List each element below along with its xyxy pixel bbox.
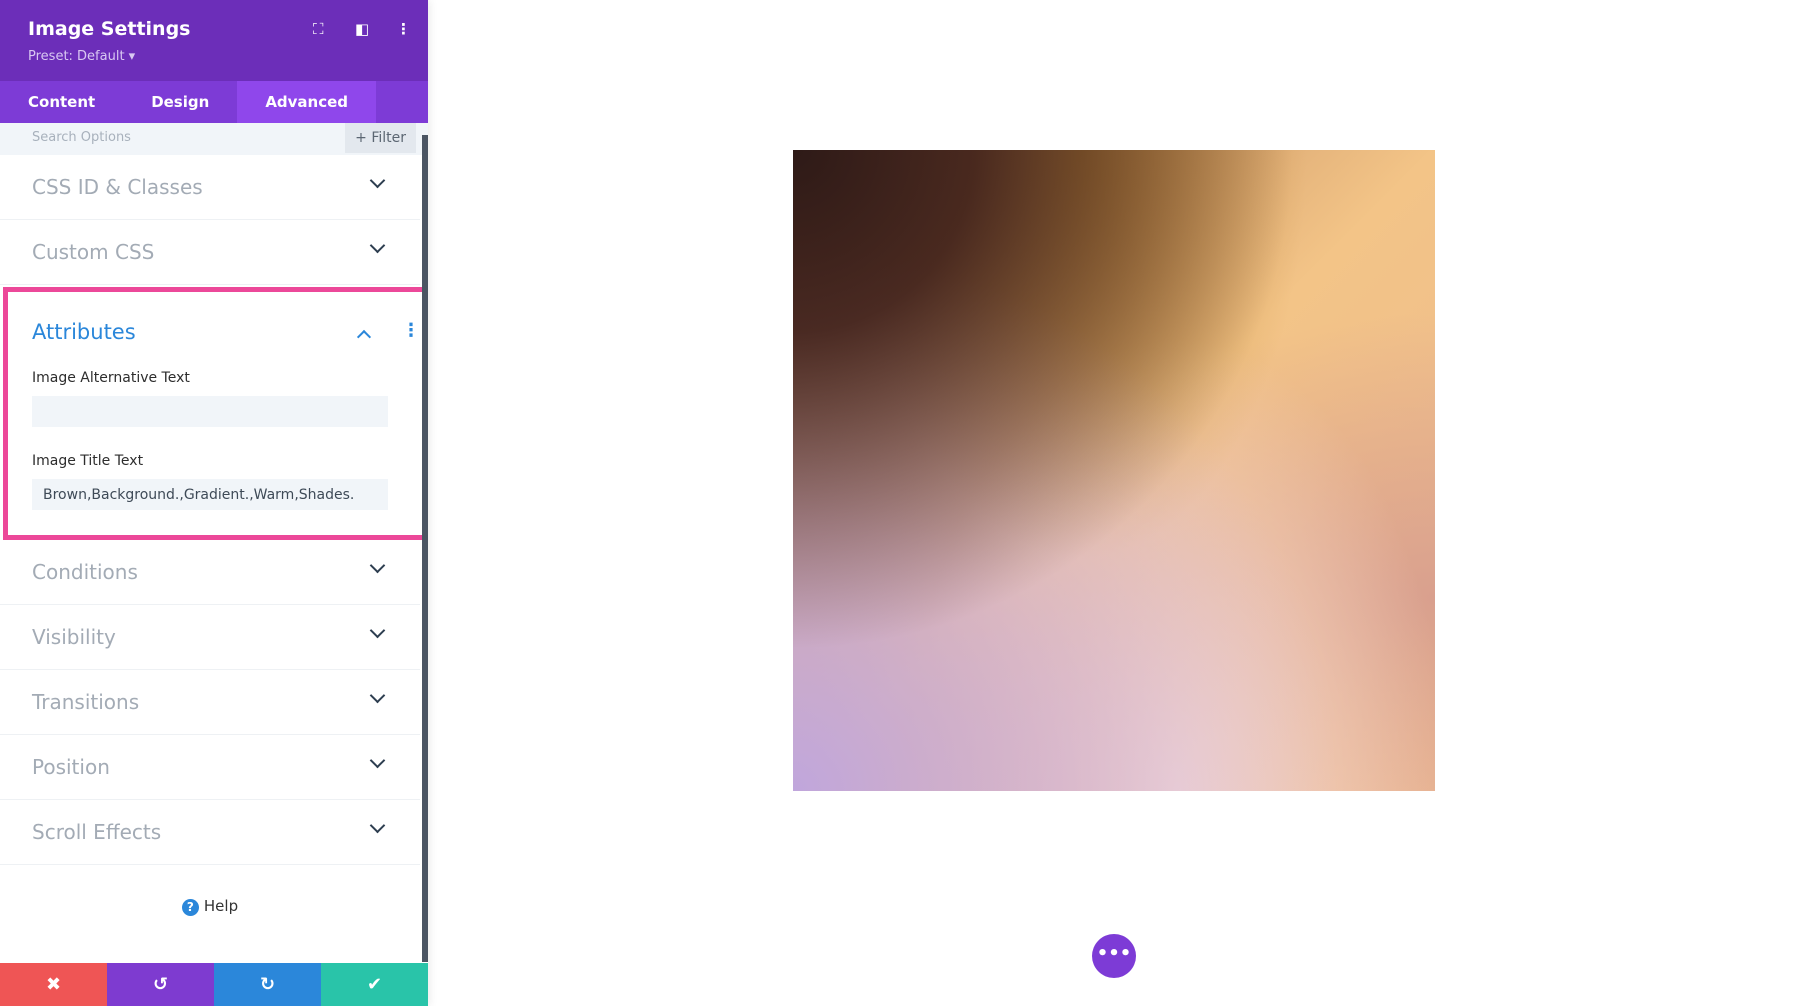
section-label: CSS ID & Classes bbox=[32, 175, 203, 199]
gradient-image[interactable] bbox=[793, 150, 1435, 791]
chevron-down-icon bbox=[369, 687, 386, 704]
undo-button[interactable]: ↺ bbox=[107, 963, 214, 1006]
tab-design[interactable]: Design bbox=[123, 81, 237, 123]
section-label: Transitions bbox=[32, 690, 140, 714]
panel-header: Image Settings Preset: Default ▾ ⛶ ◧ ⋮ bbox=[0, 0, 428, 81]
section-visibility[interactable]: Visibility bbox=[0, 605, 420, 670]
section-transitions[interactable]: Transitions bbox=[0, 670, 420, 735]
section-label: Position bbox=[32, 755, 110, 779]
section-custom-css[interactable]: Custom CSS bbox=[0, 220, 420, 285]
action-bar: ✖ ↺ ↻ ✔ bbox=[0, 963, 428, 1006]
tab-advanced[interactable]: Advanced bbox=[237, 81, 377, 123]
section-label: Conditions bbox=[32, 560, 138, 584]
chevron-down-icon bbox=[369, 237, 386, 254]
chevron-down-icon bbox=[369, 557, 386, 574]
save-button[interactable]: ✔ bbox=[321, 963, 428, 1006]
help-icon: ? bbox=[181, 899, 199, 916]
filter-button[interactable]: + Filter bbox=[345, 123, 416, 153]
focus-icon[interactable]: ⛶ bbox=[313, 20, 324, 38]
section-scroll-effects[interactable]: Scroll Effects bbox=[0, 800, 420, 865]
alt-text-label: Image Alternative Text bbox=[32, 370, 190, 386]
search-input[interactable]: Search Options bbox=[32, 130, 131, 145]
settings-panel: Image Settings Preset: Default ▾ ⛶ ◧ ⋮ C… bbox=[0, 0, 428, 1006]
section-label: Scroll Effects bbox=[32, 820, 162, 844]
split-view-icon[interactable]: ◧ bbox=[355, 20, 369, 38]
more-vertical-icon[interactable]: ⋮ bbox=[396, 20, 411, 38]
chevron-down-icon bbox=[369, 622, 386, 639]
alt-text-input[interactable] bbox=[32, 396, 388, 427]
section-css-id-classes[interactable]: CSS ID & Classes bbox=[0, 155, 420, 220]
title-text-label: Image Title Text bbox=[32, 453, 144, 469]
chevron-down-icon bbox=[369, 752, 386, 769]
tab-bar: Content Design Advanced bbox=[0, 81, 428, 123]
cancel-button[interactable]: ✖ bbox=[0, 963, 107, 1006]
help-link[interactable]: ? Help bbox=[0, 897, 420, 916]
more-vertical-icon[interactable]: ⋮ bbox=[402, 320, 420, 341]
preset-dropdown[interactable]: Preset: Default ▾ bbox=[28, 49, 135, 64]
title-text-input[interactable] bbox=[32, 479, 388, 510]
tab-content[interactable]: Content bbox=[0, 81, 123, 123]
chevron-down-icon bbox=[369, 817, 386, 834]
more-options-button[interactable]: ••• bbox=[1092, 934, 1136, 978]
chevron-up-icon[interactable] bbox=[356, 329, 372, 345]
panel-title: Image Settings bbox=[28, 18, 191, 40]
redo-button[interactable]: ↻ bbox=[214, 963, 321, 1006]
search-options[interactable]: Search Options + Filter bbox=[0, 123, 428, 155]
section-position[interactable]: Position bbox=[0, 735, 420, 800]
chevron-down-icon bbox=[369, 172, 386, 189]
section-label: Visibility bbox=[32, 625, 116, 649]
section-conditions[interactable]: Conditions bbox=[0, 540, 420, 605]
section-label: Custom CSS bbox=[32, 240, 155, 264]
section-attributes: Attributes ⋮ Image Alternative Text Imag… bbox=[3, 287, 428, 540]
section-title[interactable]: Attributes bbox=[32, 320, 136, 344]
scrollbar[interactable] bbox=[422, 135, 428, 962]
help-label: Help bbox=[203, 897, 239, 915]
